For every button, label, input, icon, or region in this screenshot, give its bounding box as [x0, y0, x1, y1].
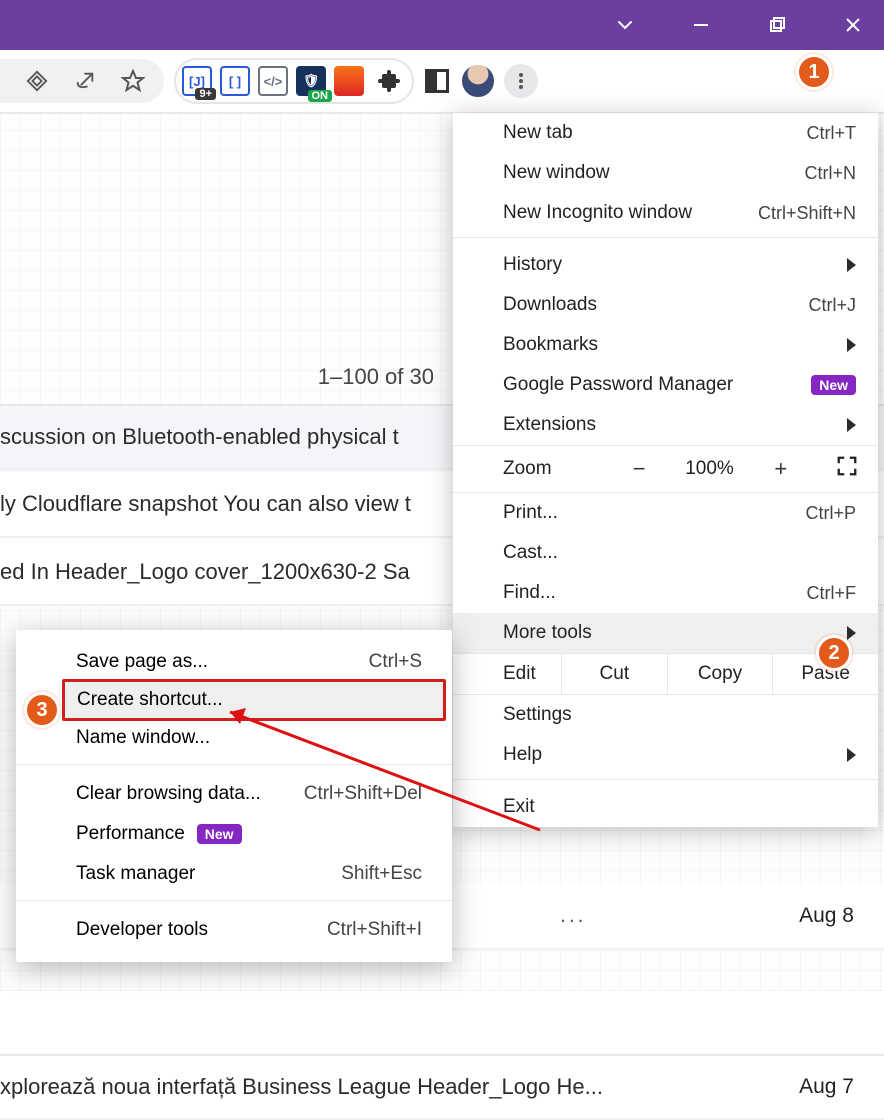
menu-zoom-row: Zoom − 100% +: [453, 445, 878, 493]
chrome-menu-button[interactable]: [504, 64, 538, 98]
menu-separator: [16, 764, 452, 774]
side-panel-button[interactable]: [420, 64, 454, 98]
extension-icon[interactable]: [J] 9+: [182, 66, 212, 96]
extension-icon[interactable]: [334, 66, 364, 96]
more-tools-submenu: Save page as...Ctrl+S Create shortcut...…: [16, 630, 452, 962]
extension-icon[interactable]: </>: [258, 66, 288, 96]
menu-separator: [453, 237, 878, 245]
zoom-label: Zoom: [503, 458, 603, 480]
menu-bookmarks[interactable]: Bookmarks: [453, 325, 878, 365]
submenu-name-window[interactable]: Name window...: [16, 718, 452, 758]
menu-incognito[interactable]: New Incognito windowCtrl+Shift+N: [453, 193, 878, 233]
zoom-in-button[interactable]: +: [745, 456, 816, 482]
menu-history[interactable]: History: [453, 245, 878, 285]
row-date: Aug 7: [799, 1075, 854, 1099]
maximize-button[interactable]: [754, 5, 800, 45]
omnibox-actions: [0, 59, 164, 103]
menu-more-tools[interactable]: More tools: [453, 613, 878, 653]
chevron-right-icon: [847, 258, 856, 272]
menu-downloads[interactable]: DownloadsCtrl+J: [453, 285, 878, 325]
bookmark-star-icon[interactable]: [116, 64, 150, 98]
share-icon[interactable]: [68, 64, 102, 98]
window-titlebar: [0, 0, 884, 50]
extension-icon[interactable]: [ ]: [220, 66, 250, 96]
extension-icon[interactable]: 🛡 ON: [296, 66, 326, 96]
submenu-save-page[interactable]: Save page as...Ctrl+S: [16, 642, 452, 682]
extension-badge: ON: [308, 90, 333, 102]
list-item[interactable]: xplorează noua interfață Business League…: [0, 1054, 884, 1120]
submenu-task-manager[interactable]: Task managerShift+Esc: [16, 854, 452, 894]
menu-print[interactable]: Print...Ctrl+P: [453, 493, 878, 533]
cut-button[interactable]: Cut: [561, 654, 667, 694]
menu-separator: [16, 900, 452, 910]
new-badge: New: [197, 824, 242, 844]
menu-help[interactable]: Help: [453, 735, 878, 775]
new-badge: New: [811, 375, 856, 395]
chrome-main-menu: New tabCtrl+T New windowCtrl+N New Incog…: [453, 113, 878, 827]
browser-toolbar: [J] 9+ [ ] </> 🛡 ON: [0, 50, 884, 114]
menu-password-manager[interactable]: Google Password ManagerNew: [453, 365, 878, 405]
chevron-right-icon: [847, 626, 856, 640]
menu-settings[interactable]: Settings: [453, 695, 878, 735]
chevron-right-icon: [847, 748, 856, 762]
lens-icon[interactable]: [20, 64, 54, 98]
menu-new-window[interactable]: New windowCtrl+N: [453, 153, 878, 193]
submenu-create-shortcut[interactable]: Create shortcut...: [62, 679, 446, 721]
fullscreen-button[interactable]: [816, 455, 878, 483]
extension-badge: 9+: [195, 88, 216, 100]
menu-separator: [453, 779, 878, 787]
edit-label: Edit: [453, 654, 561, 694]
tab-dropdown-button[interactable]: [602, 5, 648, 45]
extensions-button[interactable]: [372, 64, 406, 98]
zoom-out-button[interactable]: −: [603, 456, 674, 482]
pagination-text: 1–100 of 30: [0, 364, 434, 390]
ellipsis: ...: [560, 904, 587, 928]
menu-new-tab[interactable]: New tabCtrl+T: [453, 113, 878, 153]
annotation-marker-1: 1: [796, 54, 832, 90]
annotation-marker-2: 2: [816, 635, 852, 671]
profile-avatar[interactable]: [460, 63, 496, 99]
close-button[interactable]: [830, 5, 876, 45]
menu-exit[interactable]: Exit: [453, 787, 878, 827]
zoom-percent: 100%: [674, 458, 744, 480]
submenu-performance[interactable]: Performance New: [16, 814, 452, 854]
row-date: Aug 8: [799, 904, 854, 928]
extensions-group: [J] 9+ [ ] </> 🛡 ON: [174, 58, 414, 104]
chevron-right-icon: [847, 338, 856, 352]
copy-button[interactable]: Copy: [667, 654, 773, 694]
chevron-right-icon: [847, 418, 856, 432]
menu-find[interactable]: Find...Ctrl+F: [453, 573, 878, 613]
menu-cast[interactable]: Cast...: [453, 533, 878, 573]
menu-edit-row: Edit Cut Copy Paste: [453, 653, 878, 695]
annotation-marker-3: 3: [24, 692, 60, 728]
submenu-developer-tools[interactable]: Developer toolsCtrl+Shift+I: [16, 910, 452, 950]
submenu-clear-data[interactable]: Clear browsing data...Ctrl+Shift+Del: [16, 774, 452, 814]
menu-extensions[interactable]: Extensions: [453, 405, 878, 445]
minimize-button[interactable]: [678, 5, 724, 45]
side-panel-icon: [425, 69, 449, 93]
